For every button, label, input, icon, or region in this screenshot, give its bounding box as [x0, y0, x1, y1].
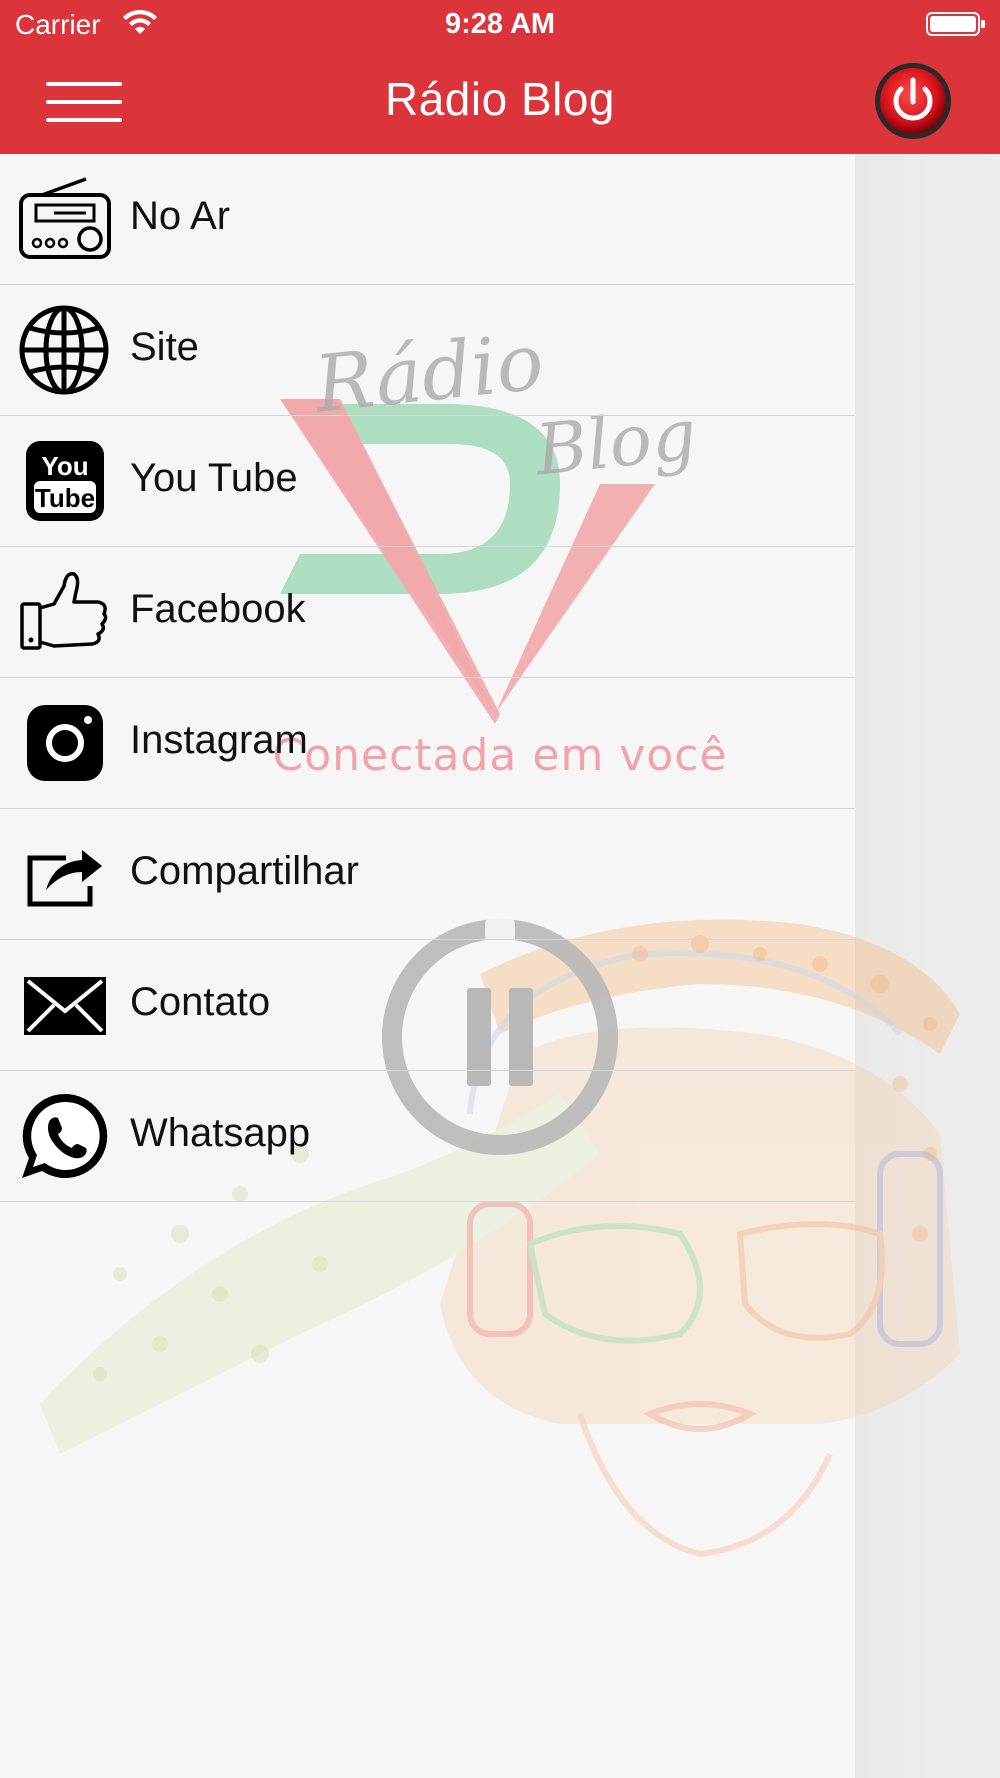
- menu-item-label: Instagram: [130, 718, 308, 762]
- radio-icon: [19, 177, 111, 259]
- page-title: Rádio Blog: [384, 73, 616, 125]
- svg-text:You: You: [41, 451, 88, 481]
- menu-item-compartilhar[interactable]: Compartilhar: [0, 809, 855, 940]
- menu-item-site[interactable]: Site: [0, 285, 855, 416]
- globe-icon: [19, 305, 109, 395]
- menu-item-whatsapp[interactable]: Whatsapp: [0, 1071, 855, 1202]
- menu-item-label: Compartilhar: [130, 849, 359, 893]
- whatsapp-icon: [22, 1093, 108, 1178]
- menu-item-instagram[interactable]: Instagram: [0, 678, 855, 809]
- menu-item-label: Facebook: [130, 587, 306, 631]
- menu-item-label: Site: [130, 325, 199, 369]
- envelope-icon: [24, 977, 106, 1035]
- battery-icon: [926, 12, 985, 36]
- svg-text:Tube: Tube: [35, 483, 95, 513]
- status-time: 9:28 AM: [444, 8, 556, 40]
- menu-item-no-ar[interactable]: No Ar: [0, 154, 855, 285]
- menu-item-label: Whatsapp: [130, 1111, 311, 1155]
- menu-item-contato[interactable]: Contato: [0, 940, 855, 1071]
- youtube-icon: You Tube: [26, 441, 104, 521]
- menu-item-label: You Tube: [130, 456, 298, 500]
- content-area: Rádio Blog Conectada em você No Ar Site …: [0, 154, 1000, 1778]
- instagram-icon: [27, 705, 103, 781]
- menu-item-label: No Ar: [130, 194, 231, 238]
- menu-item-facebook[interactable]: Facebook: [0, 547, 855, 678]
- side-menu: No Ar Site You Tube You Tube Facebook In…: [0, 154, 855, 1202]
- navigation-bar: Rádio Blog: [0, 50, 1000, 154]
- thumbs-up-icon: [20, 572, 108, 650]
- share-icon: [27, 850, 102, 907]
- menu-item-label: Contato: [130, 980, 271, 1024]
- menu-item-youtube[interactable]: You Tube You Tube: [0, 416, 855, 547]
- status-bar: Carrier 9:28 AM: [0, 0, 1000, 50]
- power-icon[interactable]: [874, 62, 952, 140]
